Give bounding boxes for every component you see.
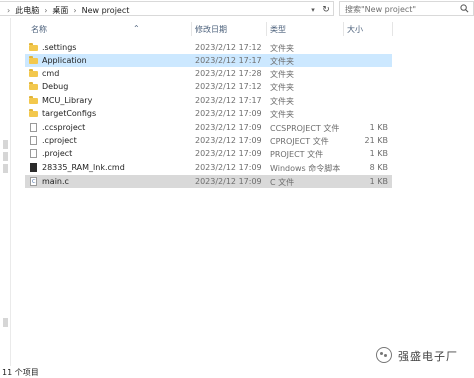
search-input[interactable]: 搜索"New project" <box>339 1 474 16</box>
column-divider[interactable] <box>343 22 344 36</box>
file-date: 2023/2/12 17:09 <box>195 177 262 186</box>
file-name: Debug <box>42 82 69 91</box>
file-type: 文件夹 <box>270 57 294 66</box>
file-type: 文件夹 <box>270 97 294 106</box>
navigation-bar: › 此电脑 › 桌面 › New project ▾ ↻ 搜索"New proj… <box>0 0 474 18</box>
file-name: MCU_Library <box>42 96 93 105</box>
file-icon <box>30 123 37 132</box>
file-name: .cproject <box>42 136 77 145</box>
file-date: 2023/2/12 17:09 <box>195 149 262 158</box>
file-icon <box>30 136 37 145</box>
file-name: cmd <box>42 69 60 78</box>
file-row-application[interactable]: Application 2023/2/12 17:17 文件夹 <box>25 54 392 67</box>
status-bar: 11 个项目 <box>0 366 474 378</box>
file-date: 2023/2/12 17:09 <box>195 123 262 132</box>
file-date: 2023/2/12 17:12 <box>195 82 262 91</box>
file-size: 8 KB <box>369 163 388 172</box>
navigation-pane[interactable] <box>0 18 11 368</box>
file-row-main-c[interactable]: C main.c 2023/2/12 17:09 C 文件 1 KB <box>25 175 392 188</box>
file-row-cmd[interactable]: cmd 2023/2/12 17:28 文件夹 <box>25 67 392 80</box>
file-row-targetconfigs[interactable]: targetConfigs 2023/2/12 17:09 文件夹 <box>25 107 392 120</box>
watermark: 强盛电子厂 <box>376 346 474 366</box>
column-header-size[interactable]: 大小 <box>347 24 363 35</box>
breadcrumb: › 此电脑 › 桌面 › New project <box>2 5 129 16</box>
file-type: 文件夹 <box>270 44 294 53</box>
file-date: 2023/2/12 17:09 <box>195 109 262 118</box>
file-date: 2023/2/12 17:28 <box>195 69 262 78</box>
breadcrumb-separator-icon: › <box>44 6 48 15</box>
search-placeholder: 搜索"New project" <box>345 5 417 14</box>
column-header-row: ⌃ 名称 修改日期 类型 大小 <box>25 22 395 36</box>
column-divider[interactable] <box>266 22 267 36</box>
address-bar[interactable]: › 此电脑 › 桌面 › New project ▾ ↻ <box>0 1 334 16</box>
wechat-logo-icon <box>376 347 392 363</box>
file-name: 28335_RAM_lnk.cmd <box>42 163 125 172</box>
file-date: 2023/2/12 17:17 <box>195 96 262 105</box>
item-count: 11 个项目 <box>2 368 39 377</box>
file-name: .ccsproject <box>42 123 86 132</box>
chevron-down-icon[interactable]: ▾ <box>308 5 318 15</box>
c-file-icon: C <box>30 177 37 186</box>
file-name: targetConfigs <box>42 109 97 118</box>
breadcrumb-this-pc[interactable]: 此电脑 <box>15 5 39 16</box>
column-divider[interactable] <box>191 22 192 36</box>
folder-icon <box>29 56 38 64</box>
file-row-debug[interactable]: Debug 2023/2/12 17:12 文件夹 <box>25 80 392 93</box>
file-size: 21 KB <box>364 136 388 145</box>
folder-icon <box>29 96 38 104</box>
breadcrumb-separator-icon: › <box>7 6 11 15</box>
file-type: 文件夹 <box>270 110 294 119</box>
watermark-text: 强盛电子厂 <box>398 350 458 363</box>
file-row-ccsproject[interactable]: .ccsproject 2023/2/12 17:09 CCSPROJECT 文… <box>25 121 392 134</box>
nav-pane-marker <box>3 152 8 161</box>
file-size: 1 KB <box>369 123 388 132</box>
breadcrumb-desktop[interactable]: 桌面 <box>52 5 68 16</box>
file-row-project[interactable]: .project 2023/2/12 17:09 PROJECT 文件 1 KB <box>25 147 392 160</box>
refresh-icon[interactable]: ↻ <box>320 5 332 15</box>
column-header-name[interactable]: 名称 <box>31 24 47 35</box>
file-date: 2023/2/12 17:12 <box>195 43 262 52</box>
file-size: 1 KB <box>369 177 388 186</box>
file-type: 文件夹 <box>270 83 294 92</box>
folder-icon <box>29 69 38 77</box>
folder-icon <box>29 43 38 51</box>
file-size: 1 KB <box>369 149 388 158</box>
cmd-file-icon <box>30 163 37 172</box>
file-date: 2023/2/12 17:17 <box>195 56 262 65</box>
folder-icon <box>29 82 38 90</box>
file-row-settings[interactable]: .settings 2023/2/12 17:12 文件夹 <box>25 41 392 54</box>
file-type: 文件夹 <box>270 70 294 79</box>
file-name: Application <box>42 56 87 65</box>
file-name: .project <box>42 149 73 158</box>
file-row-mcu-library[interactable]: MCU_Library 2023/2/12 17:17 文件夹 <box>25 94 392 107</box>
file-icon <box>30 149 37 158</box>
folder-icon <box>29 109 38 117</box>
nav-pane-marker <box>3 164 8 173</box>
sort-ascending-icon: ⌃ <box>133 24 140 33</box>
file-date: 2023/2/12 17:09 <box>195 163 262 172</box>
search-icon <box>460 4 469 13</box>
nav-pane-marker <box>3 140 8 149</box>
column-header-date[interactable]: 修改日期 <box>195 24 227 35</box>
file-date: 2023/2/12 17:09 <box>195 136 262 145</box>
nav-pane-marker <box>3 318 8 327</box>
file-row-cproject[interactable]: .cproject 2023/2/12 17:09 CPROJECT 文件 21… <box>25 134 392 147</box>
file-type: CPROJECT 文件 <box>270 137 329 146</box>
file-type: C 文件 <box>270 178 295 187</box>
file-type: Windows 命令脚本 <box>270 164 341 173</box>
column-header-type[interactable]: 类型 <box>270 24 286 35</box>
file-name: .settings <box>42 43 77 52</box>
file-name: main.c <box>42 177 69 186</box>
file-row-lnk-cmd[interactable]: 28335_RAM_lnk.cmd 2023/2/12 17:09 Window… <box>25 161 392 174</box>
breadcrumb-new-project[interactable]: New project <box>82 6 130 15</box>
file-type: PROJECT 文件 <box>270 150 324 159</box>
breadcrumb-separator-icon: › <box>73 6 77 15</box>
file-type: CCSPROJECT 文件 <box>270 124 340 133</box>
column-divider[interactable] <box>392 22 393 36</box>
